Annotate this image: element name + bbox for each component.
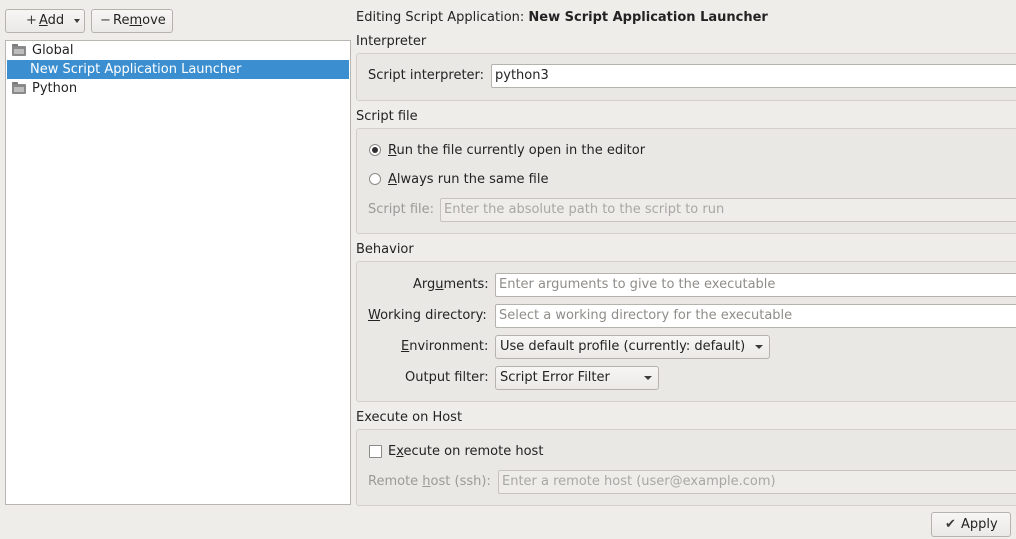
editor-title: Editing Script Application: New Script A… xyxy=(356,10,768,25)
editor-title-name: New Script Application Launcher xyxy=(528,10,768,25)
working-directory-label: Working directory: xyxy=(368,308,487,323)
apply-label: Apply xyxy=(961,517,998,532)
tree-item-python[interactable]: Python xyxy=(7,79,349,98)
folder-icon xyxy=(12,82,26,94)
add-dropdown-arrow-icon[interactable] xyxy=(74,19,80,23)
interpreter-heading: Interpreter xyxy=(356,34,427,49)
output-filter-select[interactable]: Script Error Filter xyxy=(495,366,659,390)
tree-item-label: Python xyxy=(32,81,78,96)
script-file-input[interactable]: Enter the absolute path to the script to… xyxy=(440,198,1016,222)
environment-value: Use default profile (currently: default) xyxy=(500,339,746,354)
apply-button[interactable]: ✔ Apply xyxy=(931,512,1011,537)
working-directory-input[interactable]: Select a working directory for the execu… xyxy=(495,304,1016,328)
execute-remote-label[interactable]: Execute on remote host xyxy=(388,444,543,459)
add-button[interactable]: + Add xyxy=(5,9,85,33)
script-file-group: Run the file currently open in the edito… xyxy=(356,128,1016,234)
arguments-input[interactable]: Enter arguments to give to the executabl… xyxy=(495,273,1016,297)
folder-icon xyxy=(12,44,26,56)
chevron-down-icon xyxy=(644,376,652,380)
remote-host-label: Remote host (ssh): xyxy=(368,474,491,489)
add-label: Add xyxy=(39,13,65,28)
environment-label: Environment: xyxy=(401,339,489,354)
arguments-label: Arguments: xyxy=(413,277,489,292)
launcher-tree[interactable]: Global New Script Application Launcher P… xyxy=(5,40,351,505)
output-filter-label: Output filter: xyxy=(405,370,489,385)
script-interpreter-input[interactable]: python3 xyxy=(491,64,1016,88)
script-interpreter-label: Script interpreter: xyxy=(368,68,485,83)
always-run-same-file-radio[interactable] xyxy=(369,173,381,185)
environment-select[interactable]: Use default profile (currently: default) xyxy=(495,335,770,359)
remote-host-input[interactable]: Enter a remote host (user@example.com) xyxy=(498,470,1016,494)
run-current-file-label[interactable]: Run the file currently open in the edito… xyxy=(388,143,645,158)
interpreter-group: Script interpreter: python3 xyxy=(356,53,1016,101)
execute-on-host-heading: Execute on Host xyxy=(356,410,463,425)
output-filter-value: Script Error Filter xyxy=(500,370,610,385)
tree-item-global[interactable]: Global xyxy=(7,41,349,60)
remove-button[interactable]: − Remove xyxy=(91,9,173,33)
minus-icon: − xyxy=(100,13,111,28)
script-file-label: Script file: xyxy=(368,202,435,217)
execute-remote-checkbox[interactable] xyxy=(369,445,382,458)
checkmark-icon: ✔ xyxy=(945,517,956,532)
script-file-heading: Script file xyxy=(356,109,418,124)
always-run-same-file-label[interactable]: Always run the same file xyxy=(388,172,548,187)
behavior-group: Arguments: Enter arguments to give to th… xyxy=(356,261,1016,402)
behavior-heading: Behavior xyxy=(356,242,414,257)
tree-item-label: Global xyxy=(32,43,74,58)
execute-on-host-group: Execute on remote host Remote host (ssh)… xyxy=(356,429,1016,506)
chevron-down-icon xyxy=(755,345,763,349)
plus-icon: + xyxy=(26,13,37,28)
tree-item-label: New Script Application Launcher xyxy=(30,62,242,77)
run-current-file-radio[interactable] xyxy=(369,144,381,156)
editor-title-prefix: Editing Script Application: xyxy=(356,10,529,25)
tree-item-new-script-application-launcher[interactable]: New Script Application Launcher xyxy=(7,60,349,79)
remove-label: Remove xyxy=(113,13,166,28)
